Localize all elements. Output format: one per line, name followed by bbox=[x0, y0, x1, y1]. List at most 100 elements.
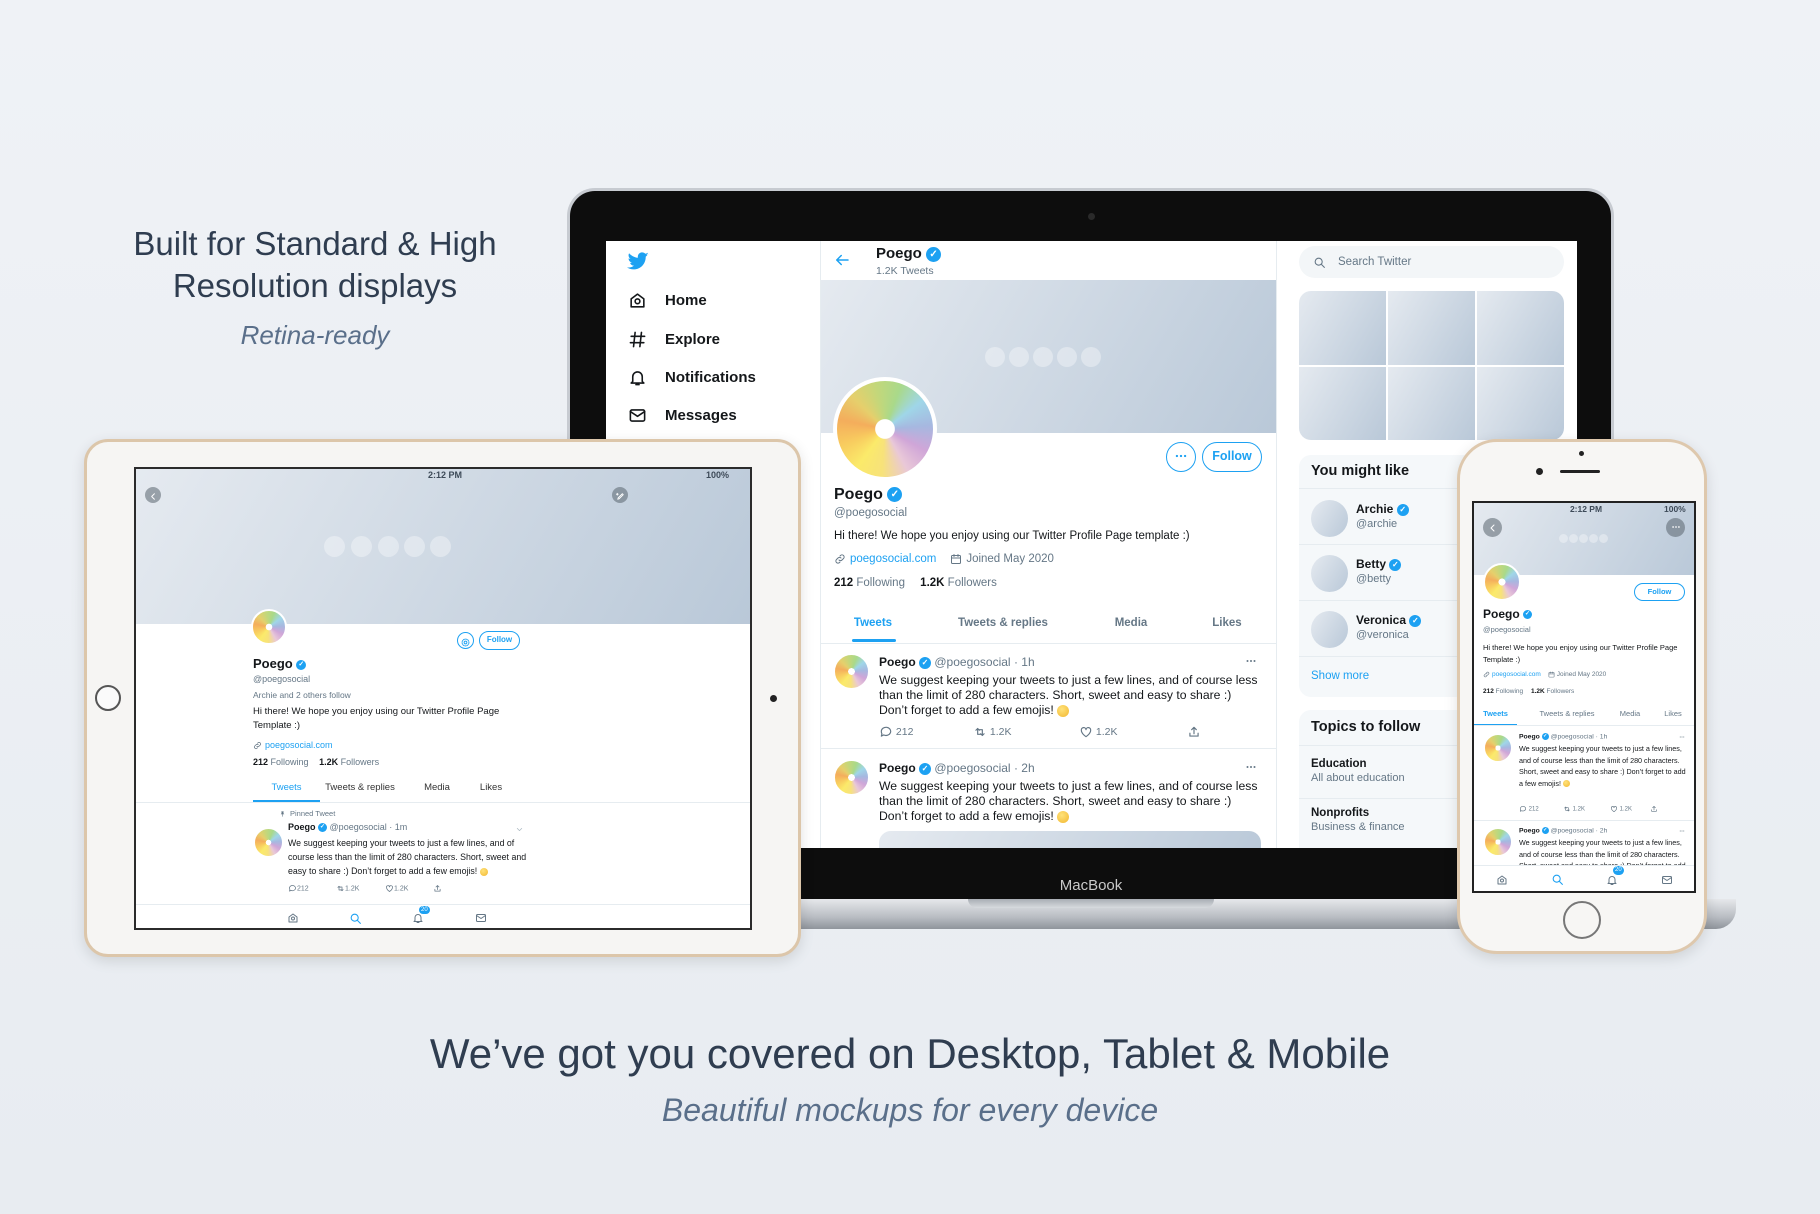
back-button[interactable] bbox=[145, 487, 161, 503]
home-icon[interactable] bbox=[1496, 874, 1508, 886]
nav-item-messages[interactable]: Messages bbox=[628, 405, 737, 425]
following-link[interactable]: 212 Following bbox=[834, 577, 905, 589]
search-input[interactable]: Search Twitter bbox=[1299, 246, 1564, 278]
tweet-more-icon[interactable] bbox=[1244, 761, 1258, 773]
reply-button[interactable]: 212 bbox=[1519, 805, 1539, 813]
back-arrow-icon[interactable] bbox=[833, 251, 851, 269]
tab-tweets[interactable]: Tweets bbox=[253, 782, 320, 793]
retweet-button[interactable]: 1.2K bbox=[973, 725, 1012, 739]
mail-icon[interactable] bbox=[475, 912, 487, 924]
profile-website-link[interactable]: poegosocial.com bbox=[265, 740, 333, 750]
tab-tweets-replies[interactable]: Tweets & replies bbox=[953, 617, 1053, 629]
compose-button[interactable] bbox=[612, 487, 628, 503]
topic-item[interactable]: Nonprofits Business & finance bbox=[1311, 807, 1405, 833]
profile-website-link[interactable]: poegosocial.com bbox=[1492, 671, 1541, 678]
tweet-avatar[interactable] bbox=[1483, 827, 1513, 857]
media-thumb[interactable] bbox=[1477, 291, 1564, 365]
tweet-media[interactable] bbox=[879, 831, 1261, 848]
chevron-down-icon[interactable] bbox=[515, 825, 524, 834]
profile-website-link[interactable]: poegosocial.com bbox=[850, 553, 936, 565]
followers-link[interactable]: 1.2K Followers bbox=[319, 757, 379, 767]
profile-avatar[interactable] bbox=[833, 377, 937, 481]
media-thumb[interactable] bbox=[1299, 366, 1386, 440]
tweet-more-icon[interactable] bbox=[1678, 828, 1686, 834]
tweet-more-icon[interactable] bbox=[1244, 655, 1258, 667]
bell-icon[interactable] bbox=[1606, 874, 1618, 886]
more-options-button[interactable] bbox=[1166, 442, 1196, 472]
laptop-label: MacBook bbox=[1059, 877, 1123, 894]
profile-avatar[interactable] bbox=[1483, 563, 1521, 601]
tab-media[interactable]: Media bbox=[1081, 617, 1181, 629]
profile-handle: @poegosocial bbox=[1483, 625, 1531, 634]
status-battery: 100% bbox=[706, 470, 730, 480]
tablet-screen: 2:12 PM 100% Follow Poego @poegosocial A… bbox=[134, 467, 752, 930]
like-button[interactable]: 1.2K bbox=[385, 884, 408, 893]
tweet-text: We suggest keeping your tweets to just a… bbox=[288, 838, 527, 876]
tweet-more-icon[interactable] bbox=[1678, 734, 1686, 740]
tab-tweets[interactable]: Tweets bbox=[823, 617, 923, 629]
tab-likes[interactable]: Likes bbox=[1656, 709, 1690, 718]
tab-tweets[interactable]: Tweets bbox=[1474, 709, 1517, 718]
header-name: Poego bbox=[876, 245, 922, 262]
phone-home-button[interactable] bbox=[1563, 901, 1601, 939]
tab-media[interactable]: Media bbox=[1610, 709, 1650, 718]
more-options-button[interactable] bbox=[1666, 518, 1685, 537]
share-button[interactable] bbox=[1187, 725, 1201, 739]
tweet-avatar[interactable] bbox=[833, 653, 870, 690]
nav-item-explore[interactable]: Explore bbox=[628, 329, 720, 349]
follow-button[interactable]: Follow bbox=[479, 631, 520, 650]
tab-tweets-replies[interactable]: Tweets & replies bbox=[320, 782, 400, 793]
media-thumb[interactable] bbox=[1477, 366, 1564, 440]
headline-left-line2: Resolution displays bbox=[172, 267, 458, 304]
header-title: Poego bbox=[876, 245, 942, 262]
tab-tweets-replies[interactable]: Tweets & replies bbox=[1532, 709, 1602, 718]
tweet-header: Poego @poegosocial · 1h bbox=[1519, 733, 1607, 740]
tweet-actions: 212 1.2K 1.2K bbox=[288, 884, 448, 896]
media-thumb[interactable] bbox=[1388, 366, 1475, 440]
mail-icon[interactable] bbox=[1661, 874, 1673, 886]
like-button[interactable]: 1.2K bbox=[1610, 805, 1632, 813]
tweet-avatar[interactable] bbox=[253, 827, 284, 858]
follow-button[interactable]: Follow bbox=[1202, 442, 1262, 472]
profile-banner[interactable] bbox=[136, 469, 750, 624]
following-link[interactable]: 212 Following bbox=[1483, 688, 1523, 695]
media-thumb[interactable] bbox=[1388, 291, 1475, 365]
tablet-home-button[interactable] bbox=[95, 685, 121, 711]
tab-bar: 20 bbox=[1474, 865, 1694, 891]
retweet-button[interactable]: 1.2K bbox=[336, 884, 359, 893]
notifications-badge: 20 bbox=[419, 906, 430, 914]
reply-button[interactable]: 212 bbox=[288, 884, 309, 893]
profile-avatar[interactable] bbox=[251, 609, 287, 645]
tweet-avatar[interactable] bbox=[1483, 733, 1513, 763]
follow-button[interactable]: Follow bbox=[1634, 583, 1685, 601]
home-icon[interactable] bbox=[287, 912, 299, 924]
topic-item[interactable]: Education All about education bbox=[1311, 758, 1405, 784]
tab-likes[interactable]: Likes bbox=[1177, 617, 1277, 629]
nav-item-home[interactable]: Home bbox=[628, 290, 707, 310]
tweet-header: Poego @poegosocial · 2h bbox=[879, 761, 1264, 775]
media-thumb[interactable] bbox=[1299, 291, 1386, 365]
followers-link[interactable]: 1.2K Followers bbox=[1531, 688, 1574, 695]
like-button[interactable]: 1.2K bbox=[1079, 725, 1118, 739]
search-icon[interactable] bbox=[1551, 873, 1564, 886]
laptop-notch bbox=[968, 899, 1214, 908]
followers-link[interactable]: 1.2K Followers bbox=[920, 577, 997, 589]
twitter-logo-icon[interactable] bbox=[626, 250, 650, 272]
reply-button[interactable]: 212 bbox=[879, 725, 913, 739]
following-link[interactable]: 212 Following bbox=[253, 757, 309, 767]
search-icon[interactable] bbox=[349, 912, 362, 925]
retweet-button[interactable]: 1.2K bbox=[1563, 805, 1585, 813]
verified-badge-icon bbox=[919, 762, 932, 775]
tab-media[interactable]: Media bbox=[412, 782, 462, 793]
grinning-emoji-icon bbox=[479, 867, 488, 876]
reply-icon bbox=[879, 725, 893, 739]
share-button[interactable] bbox=[433, 884, 442, 893]
share-button[interactable] bbox=[1650, 805, 1658, 813]
tab-likes[interactable]: Likes bbox=[466, 782, 516, 793]
show-more-link[interactable]: Show more bbox=[1311, 670, 1369, 682]
settings-button[interactable] bbox=[457, 632, 474, 649]
tweet-avatar[interactable] bbox=[833, 759, 870, 796]
nav-item-notifications[interactable]: Notifications bbox=[628, 367, 756, 387]
link-icon bbox=[834, 553, 846, 565]
back-button[interactable] bbox=[1483, 518, 1502, 537]
